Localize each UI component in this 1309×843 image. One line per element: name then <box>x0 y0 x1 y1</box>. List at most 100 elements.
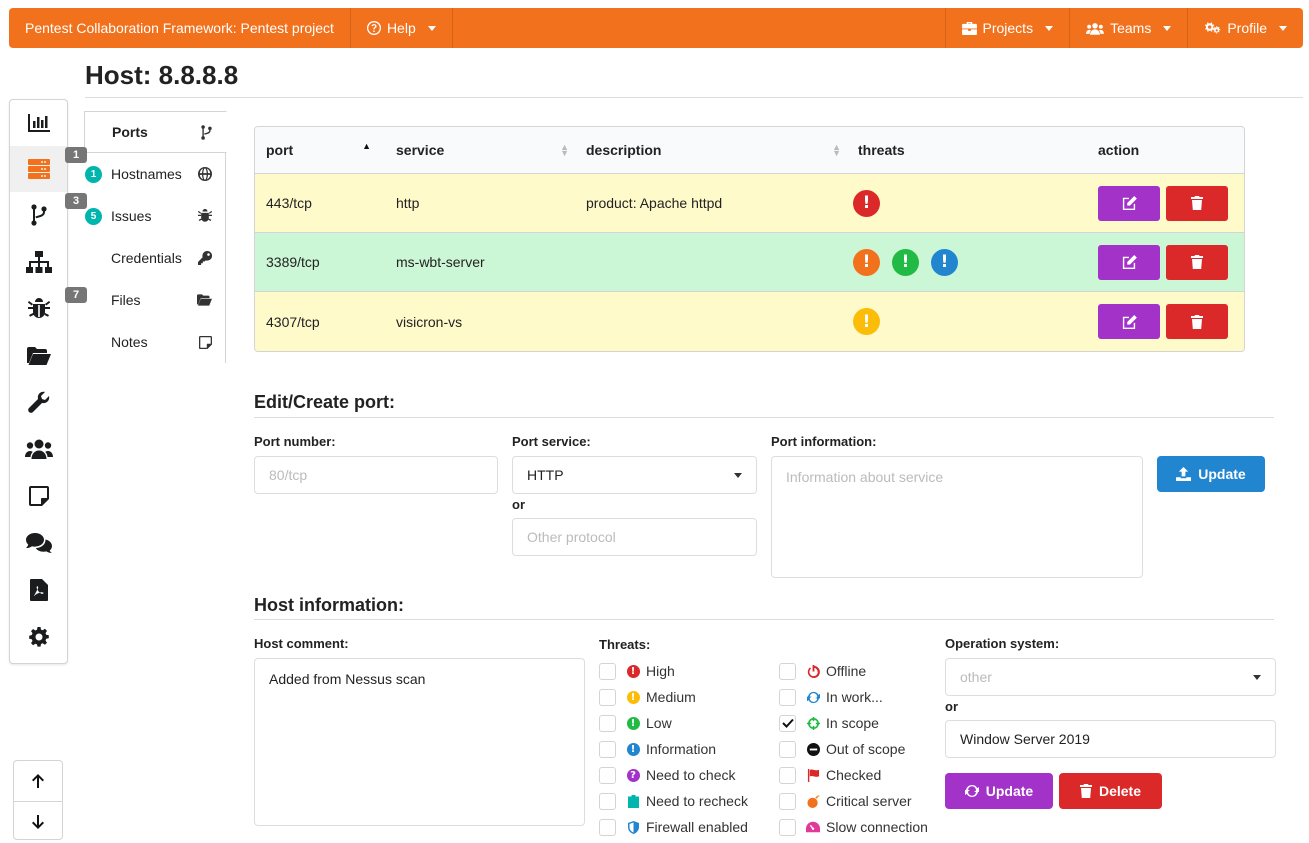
port-service-select[interactable]: HTTP <box>512 456 757 494</box>
checkbox[interactable] <box>779 740 796 758</box>
edit-port-button[interactable] <box>1098 244 1160 280</box>
sidebar-item-statistics[interactable] <box>10 100 67 146</box>
host-comment-textarea[interactable] <box>254 658 585 826</box>
medium-threat-icon: ! <box>853 248 880 276</box>
delete-host-label: Delete <box>1098 783 1142 799</box>
update-port-button[interactable]: Update <box>1157 456 1265 492</box>
tab-notes[interactable]: Notes <box>84 321 226 363</box>
edit-port-button[interactable] <box>1098 304 1160 339</box>
issues-count-badge: 7 <box>65 287 87 303</box>
delete-host-button[interactable]: Delete <box>1059 773 1162 809</box>
column-header-description[interactable]: description ▲ ▼ <box>575 127 847 174</box>
update-host-label: Update <box>985 783 1034 799</box>
trash-icon <box>1191 255 1203 269</box>
checkbox[interactable] <box>599 766 616 784</box>
sidebar-item-notes[interactable] <box>10 473 67 519</box>
port-info-textarea[interactable] <box>771 456 1143 578</box>
os-select[interactable]: other <box>945 658 1276 696</box>
sidebar-item-tools[interactable] <box>10 379 67 425</box>
critical-server-checkbox[interactable]: Critical server <box>779 792 912 810</box>
tab-files[interactable]: Files <box>84 279 226 321</box>
section-divider <box>254 619 1274 620</box>
profile-menu[interactable]: Profile <box>1187 8 1303 48</box>
out-of-scope-checkbox[interactable]: Out of scope <box>779 740 905 758</box>
delete-port-button[interactable] <box>1166 185 1228 221</box>
checkbox[interactable] <box>779 688 796 706</box>
tab-ports[interactable]: Ports <box>84 111 227 153</box>
checkbox[interactable] <box>779 662 796 680</box>
column-header-service[interactable]: service ▲ ▼ <box>385 127 575 174</box>
threat-label: High <box>646 663 675 679</box>
delete-port-button[interactable] <box>1166 304 1228 339</box>
threat-label: Low <box>646 715 672 731</box>
sidebar-item-reports[interactable] <box>10 567 67 613</box>
need-to-check-checkbox[interactable]: ? Need to check <box>599 766 736 784</box>
question-circle-icon <box>366 21 381 35</box>
checkbox[interactable] <box>599 792 616 810</box>
checkbox[interactable] <box>599 688 616 706</box>
sidebar-item-hosts[interactable] <box>10 146 67 192</box>
tab-issues[interactable]: 5 Issues <box>84 195 226 237</box>
threat-label: Checked <box>826 767 882 783</box>
sidebar-item-network[interactable] <box>10 192 67 238</box>
delete-port-button[interactable] <box>1166 244 1228 280</box>
port-service-value: HTTP <box>527 467 564 483</box>
app-title-text: Pentest Collaboration Framework: Pentest… <box>25 20 334 36</box>
checkbox[interactable] <box>779 766 796 784</box>
table-row[interactable]: 3389/tcp ms-wbt-server !!! <box>255 233 1244 292</box>
arrow-down-icon <box>32 814 44 829</box>
tab-credentials[interactable]: Credentials <box>84 237 226 279</box>
sidebar-item-chat[interactable] <box>10 520 67 566</box>
sidebar-item-sitemap[interactable] <box>10 239 67 285</box>
in-scope-checkbox[interactable]: In scope <box>779 714 879 732</box>
threat-low-checkbox[interactable]: ! Low <box>599 714 672 732</box>
checked-checkbox[interactable]: Checked <box>779 766 881 784</box>
table-row[interactable]: 443/tcp http product: Apache httpd ! <box>255 174 1244 233</box>
column-header-threats: threats <box>847 127 1087 174</box>
os-input[interactable]: Window Server 2019 <box>945 720 1276 758</box>
port-number-input[interactable] <box>254 456 498 494</box>
table-row[interactable]: 4307/tcp visicron-vs ! <box>255 292 1244 351</box>
edit-port-button[interactable] <box>1098 185 1160 221</box>
projects-menu[interactable]: Projects <box>944 8 1070 48</box>
checkbox[interactable] <box>599 818 616 836</box>
help-menu[interactable]: Help <box>351 8 453 48</box>
or-label: or <box>945 699 958 714</box>
threat-info-checkbox[interactable]: ! Information <box>599 740 716 758</box>
teams-menu[interactable]: Teams <box>1069 8 1187 48</box>
top-navbar: Pentest Collaboration Framework: Pentest… <box>9 8 1303 48</box>
in-work-checkbox[interactable]: In work... <box>779 688 883 706</box>
checkbox[interactable] <box>599 662 616 680</box>
threat-high-checkbox[interactable]: ! High <box>599 662 675 680</box>
tab-credentials-label: Credentials <box>111 250 182 266</box>
other-protocol-input[interactable] <box>512 518 757 556</box>
firewall-enabled-checkbox[interactable]: Firewall enabled <box>599 818 748 836</box>
sidebar-item-settings[interactable] <box>10 614 67 660</box>
sidebar-item-files[interactable] <box>10 333 67 379</box>
sidebar-item-issues[interactable] <box>10 286 67 332</box>
users-icon <box>24 439 53 459</box>
sidebar-item-team[interactable] <box>10 426 67 472</box>
checkbox[interactable] <box>779 792 796 810</box>
checkbox[interactable] <box>599 740 616 758</box>
app-title[interactable]: Pentest Collaboration Framework: Pentest… <box>9 8 351 48</box>
update-port-label: Update <box>1198 466 1246 482</box>
tab-hostnames[interactable]: 1 Hostnames <box>84 153 226 195</box>
offline-checkbox[interactable]: Offline <box>779 662 866 680</box>
checkbox[interactable] <box>779 818 796 836</box>
slow-connection-checkbox[interactable]: Slow connection <box>779 818 928 836</box>
chevron-down-icon <box>1279 25 1287 31</box>
column-header-label: description <box>586 142 662 158</box>
threat-label: Critical server <box>826 793 912 809</box>
scroll-down-button[interactable] <box>14 801 62 841</box>
checkbox-checked[interactable] <box>779 714 796 732</box>
column-header-port[interactable]: port ▲ <box>255 127 385 174</box>
update-host-button[interactable]: Update <box>945 773 1053 809</box>
scroll-up-button[interactable] <box>14 761 62 801</box>
need-to-recheck-checkbox[interactable]: Need to recheck <box>599 792 748 810</box>
threat-medium-checkbox[interactable]: ! Medium <box>599 688 696 706</box>
checkbox[interactable] <box>599 714 616 732</box>
description-cell <box>575 292 847 351</box>
port-info-label: Port information: <box>771 434 877 449</box>
tab-notes-label: Notes <box>111 334 148 350</box>
